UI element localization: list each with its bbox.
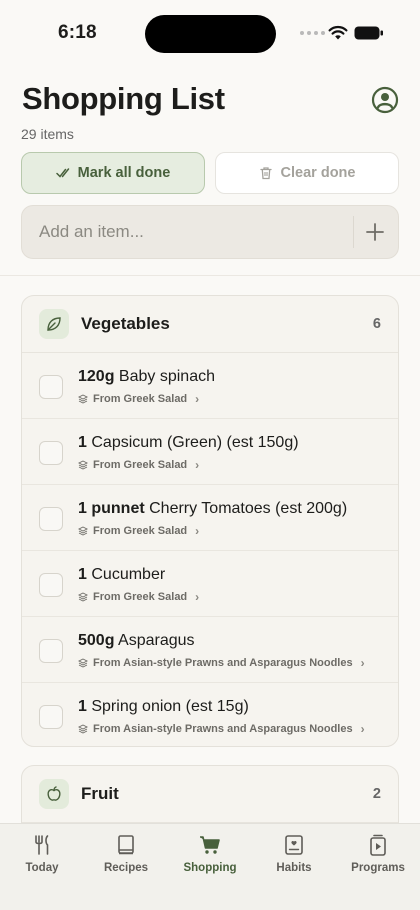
clear-done-label: Clear done <box>280 165 356 181</box>
item-source-label: From Asian-style Prawns and Asparagus No… <box>93 723 353 735</box>
chevron-right-icon: › <box>360 656 365 670</box>
tab-label: Recipes <box>103 862 149 874</box>
item-source-label: From Greek Salad <box>93 459 188 471</box>
item-source-link[interactable]: From Greek Salad › <box>78 392 199 406</box>
category-card-vegetables: Vegetables 6 120g Baby spinach From Gree… <box>21 295 399 747</box>
book-icon <box>118 835 134 855</box>
list-item: 1 Spring onion (est 15g) From Asian-styl… <box>22 683 398 746</box>
item-source-link[interactable]: From Asian-style Prawns and Asparagus No… <box>78 722 365 736</box>
category-header[interactable]: Fruit 2 <box>22 766 398 823</box>
item-checkbox[interactable] <box>39 441 63 465</box>
item-qty: 1 <box>78 566 87 583</box>
item-source-label: From Greek Salad <box>93 525 188 537</box>
leaf-icon <box>39 309 69 339</box>
status-time: 6:18 <box>58 22 97 43</box>
layers-icon <box>78 526 88 536</box>
item-name: Cucumber <box>91 566 166 583</box>
item-qty: 1 punnet <box>78 500 145 517</box>
list-item: 120g Baby spinach From Greek Salad › <box>22 353 398 419</box>
item-checkbox[interactable] <box>39 375 63 399</box>
item-qty: 1 <box>78 434 87 451</box>
item-name: Asparagus <box>118 632 195 649</box>
dynamic-island <box>145 15 276 53</box>
tab-recipes[interactable]: Recipes <box>84 833 168 874</box>
category-name: Vegetables <box>81 314 170 333</box>
chevron-right-icon: › <box>195 590 200 604</box>
tab-label: Habits <box>276 862 312 874</box>
battery-icon <box>354 26 383 40</box>
tab-shopping[interactable]: Shopping <box>168 833 252 874</box>
item-text: 1 Cucumber <box>78 566 165 584</box>
item-source-label: From Greek Salad <box>93 591 188 603</box>
tab-label: Shopping <box>183 862 237 874</box>
layers-icon <box>78 394 88 404</box>
mark-all-done-button[interactable]: Mark all done <box>21 152 205 194</box>
item-checkbox[interactable] <box>39 639 63 663</box>
item-text: 1 Spring onion (est 15g) <box>78 698 249 716</box>
category-count: 2 <box>372 786 381 802</box>
mark-all-done-label: Mark all done <box>77 165 171 181</box>
clear-done-button[interactable]: Clear done <box>215 152 399 194</box>
apple-icon <box>39 779 69 809</box>
item-qty: 120g <box>78 368 115 385</box>
add-item-bar <box>21 205 399 259</box>
list-item: 1 Capsicum (Green) (est 150g) From Greek… <box>22 419 398 485</box>
item-source-link[interactable]: From Asian-style Prawns and Asparagus No… <box>78 656 365 670</box>
list-item: 1 punnet Cherry Tomatoes (est 200g) From… <box>22 485 398 551</box>
tab-today[interactable]: Today <box>0 833 84 874</box>
chevron-right-icon: › <box>195 392 200 406</box>
check-double-icon <box>55 168 69 178</box>
list-item: 1 Cucumber From Greek Salad › <box>22 551 398 617</box>
item-checkbox[interactable] <box>39 507 63 531</box>
chevron-right-icon: › <box>195 458 200 472</box>
tab-programs[interactable]: Programs <box>336 833 420 874</box>
fork-knife-icon <box>35 835 49 855</box>
item-source-link[interactable]: From Greek Salad › <box>78 590 199 604</box>
signal-icon <box>300 31 325 35</box>
item-text: 1 punnet Cherry Tomatoes (est 200g) <box>78 500 347 518</box>
item-source-label: From Asian-style Prawns and Asparagus No… <box>93 657 353 669</box>
add-icon[interactable] <box>362 219 388 245</box>
item-text: 120g Baby spinach <box>78 368 215 386</box>
item-source-label: From Greek Salad <box>93 393 188 405</box>
item-qty: 1 <box>78 698 87 715</box>
tab-label: Programs <box>351 862 405 874</box>
category-name: Fruit <box>81 784 119 803</box>
list-item: 500g Asparagus From Asian-style Prawns a… <box>22 617 398 683</box>
chevron-right-icon: › <box>360 722 365 736</box>
layers-icon <box>78 658 88 668</box>
item-name: Baby spinach <box>118 368 215 385</box>
category-count: 6 <box>372 316 381 332</box>
add-item-input[interactable] <box>22 206 352 258</box>
program-icon <box>370 834 386 856</box>
item-checkbox[interactable] <box>39 705 63 729</box>
cart-icon <box>200 836 220 854</box>
page-title: Shopping List <box>22 81 225 116</box>
item-name: Capsicum (Green) (est 150g) <box>91 434 299 451</box>
status-bar: 6:18 <box>0 0 420 68</box>
item-name: Cherry Tomatoes (est 200g) <box>149 500 348 517</box>
divider <box>0 275 420 276</box>
item-name: Spring onion (est 15g) <box>91 698 249 715</box>
tab-label: Today <box>25 862 59 874</box>
wifi-icon <box>328 25 348 40</box>
item-text: 1 Capsicum (Green) (est 150g) <box>78 434 299 452</box>
chevron-right-icon: › <box>195 524 200 538</box>
layers-icon <box>78 724 88 734</box>
item-source-link[interactable]: From Greek Salad › <box>78 458 199 472</box>
layers-icon <box>78 460 88 470</box>
trash-icon <box>259 167 272 180</box>
category-header[interactable]: Vegetables 6 <box>22 296 398 353</box>
item-qty: 500g <box>78 632 115 649</box>
tab-bar: Today Recipes Shopping Habits Programs <box>0 823 420 910</box>
item-text: 500g Asparagus <box>78 632 195 650</box>
divider <box>353 216 354 248</box>
item-checkbox[interactable] <box>39 573 63 597</box>
layers-icon <box>78 592 88 602</box>
item-count: 29 items <box>21 126 74 142</box>
profile-icon[interactable] <box>371 86 399 114</box>
item-source-link[interactable]: From Greek Salad › <box>78 524 199 538</box>
tab-habits[interactable]: Habits <box>252 833 336 874</box>
journal-icon <box>285 835 303 855</box>
